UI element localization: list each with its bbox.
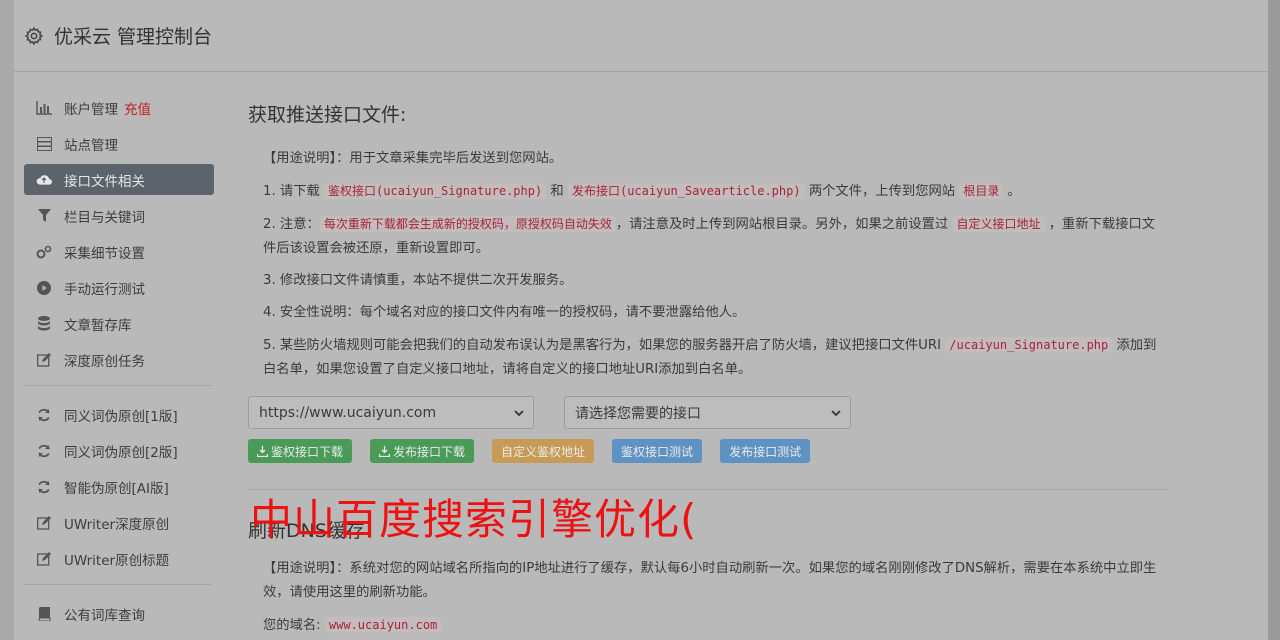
code-custom-url: 自定义接口地址 [952, 216, 1045, 232]
domain-label: 您的域名: [263, 618, 321, 633]
sidebar-divider [24, 385, 212, 386]
edit-icon [36, 551, 52, 567]
bar-chart-icon [36, 100, 52, 116]
button-row: 鉴权接口下载 发布接口下载 自定义鉴权地址 鉴权接口测试 发布接口测试 [248, 439, 1168, 463]
sidebar-item-api-files[interactable]: 接口文件相关 [24, 164, 214, 195]
text: 2. 注意： [263, 217, 320, 232]
sig-download-button[interactable]: 鉴权接口下载 [248, 439, 353, 463]
refresh-icon [36, 407, 52, 423]
chevron-down-icon [514, 409, 524, 416]
sidebar-item-manual-test[interactable]: 手动运行测试 [24, 272, 214, 303]
download-icon [257, 445, 268, 457]
domain-row: 您的域名: www.ucaiyun.com [263, 613, 1168, 638]
instruction-1: 1. 请下载 鉴权接口(ucaiyun_Signature.php) 和 发布接… [263, 179, 1168, 204]
gear-icon [24, 26, 44, 45]
refresh-icon [36, 479, 52, 495]
sidebar-item-article-store[interactable]: 文章暂存库 [24, 308, 214, 339]
text: 两个文件，上传到您网站 [804, 184, 960, 199]
main-content: 获取推送接口文件: 【用途说明】：用于文章采集完毕后发送到您网站。 1. 请下载… [248, 100, 1168, 640]
sidebar-item-synonym-v2[interactable]: 同义词伪原创[2版] [24, 435, 214, 466]
edit-icon [36, 515, 52, 531]
sidebar-item-label: 账户管理 [64, 101, 118, 118]
dns-usage-note: 【用途说明】：系统对您的网站域名所指向的IP地址进行了缓存，默认每6小时自动刷新… [263, 561, 1157, 600]
instruction-4: 4. 安全性说明：每个域名对应的接口文件内有唯一的授权码，请不要泄露给他人。 [263, 305, 746, 320]
api-select-value: 请选择您需要的接口 [575, 405, 701, 422]
sidebar: 账户管理 充值 站点管理 接口文件相关 栏目与关键词 采集细节设置 手动运行测试… [24, 92, 214, 634]
sidebar-item-label: 文章暂存库 [64, 317, 132, 334]
sidebar-item-label: UWriter原创标题 [64, 552, 170, 569]
sidebar-item-account[interactable]: 账户管理 充值 [24, 92, 214, 123]
code-pub-file: 发布接口(ucaiyun_Savearticle.php) [567, 183, 805, 199]
instruction-3: 3. 修改接口文件请慎重，本站不提供二次开发服务。 [263, 273, 573, 288]
sidebar-item-label: UWriter深度原创 [64, 516, 170, 533]
app-title: 优采云 管理控制台 [54, 26, 213, 48]
site-select[interactable]: https://www.ucaiyun.com [248, 396, 534, 429]
sidebar-item-label: 同义词伪原创[1版] [64, 408, 178, 425]
pub-test-button[interactable]: 发布接口测试 [720, 439, 811, 463]
text: 5. 某些防火墙规则可能会把我们的自动发布误认为是黑客行为，如果您的服务器开启了… [263, 338, 946, 353]
sidebar-item-label: 深度原创任务 [64, 353, 145, 370]
button-label: 发布接口下载 [393, 444, 466, 459]
edit-icon [36, 352, 52, 368]
text: 和 [546, 184, 568, 199]
sig-test-button[interactable]: 鉴权接口测试 [612, 439, 703, 463]
sidebar-item-label: 手动运行测试 [64, 281, 145, 298]
sidebar-divider [24, 584, 212, 585]
gears-icon [36, 244, 52, 260]
sidebar-item-label: 公有词库查询 [64, 607, 145, 624]
sidebar-item-uwriter-title[interactable]: UWriter原创标题 [24, 543, 214, 574]
button-label: 自定义鉴权地址 [501, 444, 586, 459]
site-select-value: https://www.ucaiyun.com [259, 404, 437, 421]
domain-value: www.ucaiyun.com [324, 617, 442, 633]
custom-sig-url-button[interactable]: 自定义鉴权地址 [492, 439, 595, 463]
button-label: 鉴权接口下载 [271, 444, 344, 459]
sidebar-item-label: 接口文件相关 [64, 173, 145, 190]
play-circle-icon [36, 280, 52, 296]
top-header: 优采云 管理控制台 [14, 0, 1268, 72]
section-title-api-files: 获取推送接口文件: [248, 104, 407, 126]
pub-download-button[interactable]: 发布接口下载 [370, 439, 475, 463]
text: 1. 请下载 [263, 184, 325, 199]
sidebar-item-label: 智能伪原创[AI版] [64, 480, 169, 497]
refresh-icon [36, 443, 52, 459]
sidebar-item-ai-original[interactable]: 智能伪原创[AI版] [24, 471, 214, 502]
book-icon [36, 606, 52, 622]
sidebar-item-public-lexicon[interactable]: 公有词库查询 [24, 598, 214, 629]
scrollbar[interactable] [1268, 0, 1280, 640]
cloud-upload-icon [36, 172, 52, 188]
sidebar-item-label: 站点管理 [64, 137, 118, 154]
sidebar-item-label: 栏目与关键词 [64, 209, 145, 226]
button-label: 鉴权接口测试 [621, 444, 694, 459]
overlay-watermark-text: 中山百度搜索引擎优化( [250, 495, 698, 544]
chevron-down-icon [831, 409, 841, 416]
code-root-dir: 根目录 [959, 183, 1004, 199]
code-sig-uri: /ucaiyun_Signature.php [945, 337, 1113, 353]
text: ，请注意及时上传到网站根目录。另外，如果之前设置过 [615, 217, 953, 232]
sidebar-item-deep-original[interactable]: 深度原创任务 [24, 344, 214, 375]
sidebar-item-label: 采集细节设置 [64, 245, 145, 262]
sidebar-item-collect-settings[interactable]: 采集细节设置 [24, 236, 214, 267]
download-icon [379, 445, 391, 457]
recharge-link[interactable]: 充值 [124, 98, 151, 118]
usage-note: 【用途说明】：用于文章采集完毕后发送到您网站。 [263, 151, 563, 166]
code-warning: 每次重新下载都会生成新的授权码，原授权码自动失效 [319, 216, 616, 232]
text: 。 [1003, 184, 1021, 199]
instruction-2: 2. 注意： 每次重新下载都会生成新的授权码，原授权码自动失效 ，请注意及时上传到网… [263, 212, 1168, 261]
filter-icon [36, 208, 52, 224]
server-icon [36, 136, 52, 152]
sidebar-item-synonym-v1[interactable]: 同义词伪原创[1版] [24, 399, 214, 430]
sidebar-item-columns-keywords[interactable]: 栏目与关键词 [24, 200, 214, 231]
instruction-5: 5. 某些防火墙规则可能会把我们的自动发布误认为是黑客行为，如果您的服务器开启了… [263, 333, 1168, 382]
sidebar-item-sites[interactable]: 站点管理 [24, 128, 214, 159]
api-select[interactable]: 请选择您需要的接口 [564, 396, 851, 429]
code-sig-file: 鉴权接口(ucaiyun_Signature.php) [324, 183, 547, 199]
sidebar-item-uwriter-deep[interactable]: UWriter深度原创 [24, 507, 214, 538]
database-icon [36, 316, 52, 332]
sidebar-item-label: 同义词伪原创[2版] [64, 444, 178, 461]
button-label: 发布接口测试 [729, 444, 802, 459]
select-row: https://www.ucaiyun.com 请选择您需要的接口 [248, 396, 1168, 429]
